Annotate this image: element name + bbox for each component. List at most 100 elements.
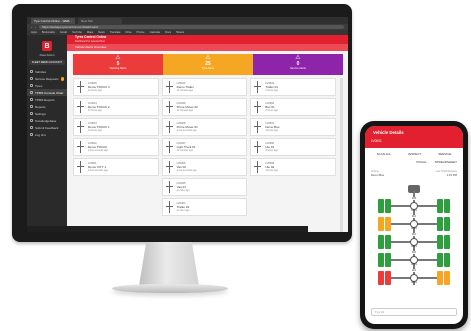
axle-row[interactable]: 110 0/1/1	[374, 233, 454, 251]
bookmark-link[interactable]: Drive	[125, 31, 131, 34]
axle-reading: 110	[402, 269, 426, 272]
tyre-left-inner[interactable]	[385, 271, 391, 285]
sidebar-item[interactable]: Submit Feedback	[27, 124, 67, 131]
summary-card[interactable]: ⚠ 0 Service Alerts	[253, 54, 343, 75]
axle-icon	[254, 81, 262, 93]
tyre-left-inner[interactable]	[385, 199, 391, 213]
app-header: Tyres Control Online Dashboard for selec…	[67, 35, 348, 44]
sidebar-item[interactable]: Tyres	[27, 82, 67, 89]
bookmark-link[interactable]: YouTube	[72, 31, 82, 34]
axle-icon	[254, 141, 262, 153]
bookmark-link[interactable]: Docs	[165, 31, 171, 34]
address-input[interactable]: https://webapp.tyrecontrol.com/dashboard	[39, 25, 344, 29]
alert-item[interactable]: LV0008 Prime Mover 01 a few seconds ago	[161, 118, 248, 136]
sidebar-item[interactable]: Settings	[27, 110, 67, 117]
bookmark-link[interactable]: Calendar	[150, 31, 161, 34]
tyre-right-inner[interactable]	[437, 253, 443, 267]
desktop-screen: Tyre Control Online - WEB... New Tab ‹ ›…	[27, 17, 348, 232]
app-window: B Fleet Admin FLEET DEMO ACCOUNT Vehicle…	[27, 35, 348, 232]
browser-tab[interactable]: New Tab	[78, 18, 122, 24]
view-toggle[interactable]: SPREADSHEET	[435, 160, 457, 164]
alert-item[interactable]: LV0004 Trailer 02 an hour ago	[161, 198, 248, 216]
alert-item[interactable]: LV0014 Demo TRUCK 2 12 hours ago	[73, 98, 159, 116]
tyre-right[interactable]	[444, 217, 450, 231]
main-content: Tyres Control Online Dashboard for selec…	[67, 35, 348, 232]
info-value: 1:15 PM	[446, 173, 457, 177]
tyre-left-inner[interactable]	[385, 235, 391, 249]
phone-action-button[interactable]: INSPECT	[408, 152, 421, 156]
tyre-left-inner[interactable]	[385, 217, 391, 231]
tyre-right[interactable]	[444, 199, 450, 213]
alert-item[interactable]: LV0000 Ute 01 3 hours ago	[250, 138, 337, 156]
sidebar-item[interactable]: Service Requests	[27, 75, 67, 82]
tyre-right[interactable]	[444, 253, 450, 267]
axle-row[interactable]: 110 0/1/1	[374, 251, 454, 269]
tyre-right[interactable]	[444, 235, 450, 249]
tyre-right-inner[interactable]	[437, 235, 443, 249]
alert-item[interactable]: LV0013 Demo TRUCK 1 13 hours ago	[73, 118, 159, 136]
phone-action-button[interactable]: SERVICE	[438, 152, 451, 156]
axle-icon	[254, 101, 262, 113]
alert-text: LV0005 Van 01 an hour ago	[177, 182, 190, 192]
tyre-right-inner[interactable]	[437, 199, 443, 213]
tyre-selector[interactable]: Tyre 1/4	[371, 308, 457, 316]
alert-text: LV0003 Trailer 01 2 hours ago	[265, 82, 278, 92]
bookmark-link[interactable]: Gmail	[60, 31, 67, 34]
bookmark-link[interactable]: News	[98, 31, 105, 34]
brand-logo[interactable]: B	[42, 41, 52, 51]
tyre-left[interactable]	[378, 253, 384, 267]
alert-item[interactable]: LV0009 Prime Mover 02 12 minutes ago	[161, 98, 248, 116]
tyre-left[interactable]	[378, 199, 384, 213]
bookmark-link[interactable]: Apps	[31, 31, 37, 34]
alert-item[interactable]: LV0003 Trailer 01 2 hours ago	[250, 78, 337, 96]
account-selector[interactable]: FLEET DEMO ACCOUNT	[29, 60, 65, 65]
back-icon[interactable]: ‹	[31, 25, 32, 29]
tyre-left-inner[interactable]	[385, 253, 391, 267]
bookmark-link[interactable]: Sheets	[176, 31, 184, 34]
summary-card[interactable]: ⚠ 5 Warning Alerts	[73, 54, 163, 75]
sidebar-item[interactable]: TPMS Reports	[27, 96, 67, 103]
axle-row[interactable]: 110 0/1/1	[374, 215, 454, 233]
scrollbar[interactable]	[340, 78, 344, 232]
alert-time: a few seconds ago	[88, 169, 108, 172]
phone-action-button[interactable]: SCAN ALL	[377, 152, 391, 156]
alert-item[interactable]: LV0012 Demo TRUCK a few seconds ago	[73, 138, 159, 156]
monitor-stand-base	[112, 284, 228, 293]
alert-item[interactable]: LV0006 Van 02 a few seconds ago	[161, 158, 248, 176]
sidebar-item[interactable]: Knowledgebase	[27, 117, 67, 124]
bookmark-link[interactable]: Bookmarks	[42, 31, 55, 34]
alert-item[interactable]: LV0099 Ute 02 4 hours ago	[250, 158, 337, 176]
tyre-right-inner[interactable]	[437, 217, 443, 231]
tyre-right[interactable]	[444, 271, 450, 285]
alert-item[interactable]: LV0005 Van 01 an hour ago	[161, 178, 248, 196]
summary-card[interactable]: ⚠ 25 Tyre Alerts	[163, 54, 253, 75]
alert-item[interactable]: LV0002 Bus 01 2 hours ago	[250, 98, 337, 116]
alert-time: 13 hours ago	[88, 129, 102, 132]
sidebar-item-label: Knowledgebase	[35, 118, 57, 123]
sidebar-item[interactable]: Reports	[27, 103, 67, 110]
sidebar-item-label: TPMS Console Chart	[35, 90, 64, 95]
tyre-left[interactable]	[378, 271, 384, 285]
sidebar-item[interactable]: TPMS Console Chart	[27, 89, 67, 96]
view-toggle[interactable]: VISUAL	[416, 160, 427, 164]
tyre-right-inner[interactable]	[437, 271, 443, 285]
tyre-left[interactable]	[378, 217, 384, 231]
axle-row[interactable]: 110 0/1/1	[374, 269, 454, 287]
alert-item[interactable]: LV0010 Demo Trailer 12 minutes ago	[161, 78, 248, 96]
sidebar-item[interactable]: Vehicles	[27, 68, 67, 75]
bookmark-link[interactable]: Photos	[137, 31, 145, 34]
sidebar-item[interactable]: Log Out	[27, 131, 67, 138]
page-subtitle: Dashboard for selected fleet	[75, 40, 105, 43]
alert-item[interactable]: LV0001 Demo Bus 3 hours ago	[250, 118, 337, 136]
alert-item[interactable]: LV0015 Demo TRUCK 3 12 hours ago	[73, 78, 159, 96]
bookmark-link[interactable]: Maps	[87, 31, 93, 34]
bookmark-link[interactable]: Translate	[110, 31, 121, 34]
monitor-stand-neck	[139, 242, 199, 286]
browser-tab[interactable]: Tyre Control Online - WEB...	[31, 18, 75, 24]
tyre-left[interactable]	[378, 235, 384, 249]
forward-icon[interactable]: ›	[35, 25, 36, 29]
axle-row[interactable]: 100 1/1/1	[374, 197, 454, 215]
alert-item[interactable]: LV0007 Light Truck 01 12 minutes ago	[161, 138, 248, 156]
sidebar-item-label: Settings	[35, 111, 46, 116]
alert-item[interactable]: LV0011 Demo CITY 1a few seconds ago	[73, 158, 159, 176]
